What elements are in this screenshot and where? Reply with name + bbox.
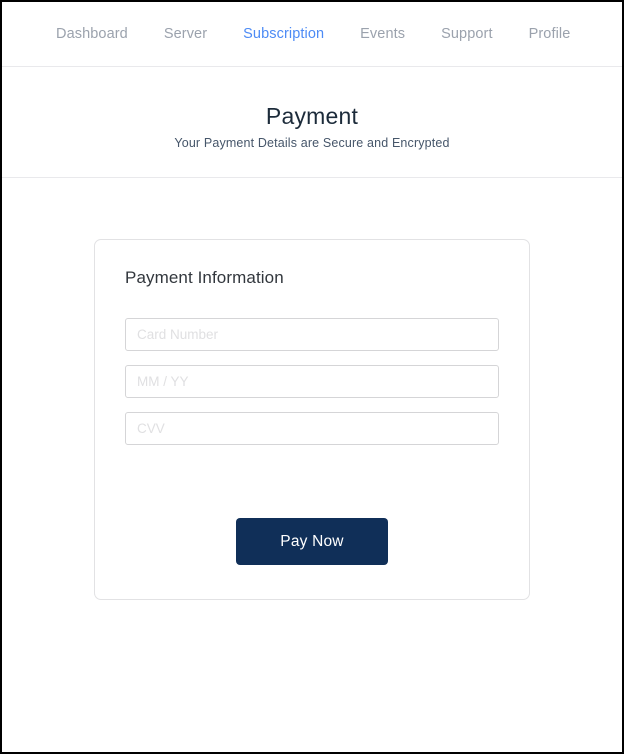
payment-information-card: Payment Information Pay Now bbox=[94, 239, 530, 601]
main-content: Payment Information Pay Now bbox=[2, 178, 622, 601]
nav-item-profile[interactable]: Profile bbox=[529, 27, 571, 42]
cvv-input[interactable] bbox=[125, 412, 499, 446]
nav-list: Dashboard Server Subscription Events Sup… bbox=[56, 27, 570, 42]
app-window: Dashboard Server Subscription Events Sup… bbox=[0, 0, 624, 754]
payment-information-heading: Payment Information bbox=[125, 268, 284, 288]
nav-item-support[interactable]: Support bbox=[441, 27, 493, 42]
pay-now-button[interactable]: Pay Now bbox=[236, 518, 388, 566]
page-title: Payment bbox=[265, 103, 359, 129]
nav-item-server[interactable]: Server bbox=[164, 27, 207, 42]
expiry-date-input[interactable] bbox=[125, 365, 499, 399]
nav-item-subscription[interactable]: Subscription bbox=[243, 27, 324, 42]
nav-item-dashboard[interactable]: Dashboard bbox=[56, 27, 128, 42]
submit-row: Pay Now bbox=[125, 518, 499, 566]
nav-item-events[interactable]: Events bbox=[360, 27, 405, 42]
page-subtitle: Your Payment Details are Secure and Encr… bbox=[174, 136, 450, 151]
main-navigation: Dashboard Server Subscription Events Sup… bbox=[2, 2, 622, 67]
page-header: Payment Your Payment Details are Secure … bbox=[2, 67, 622, 179]
card-number-input[interactable] bbox=[125, 318, 499, 352]
